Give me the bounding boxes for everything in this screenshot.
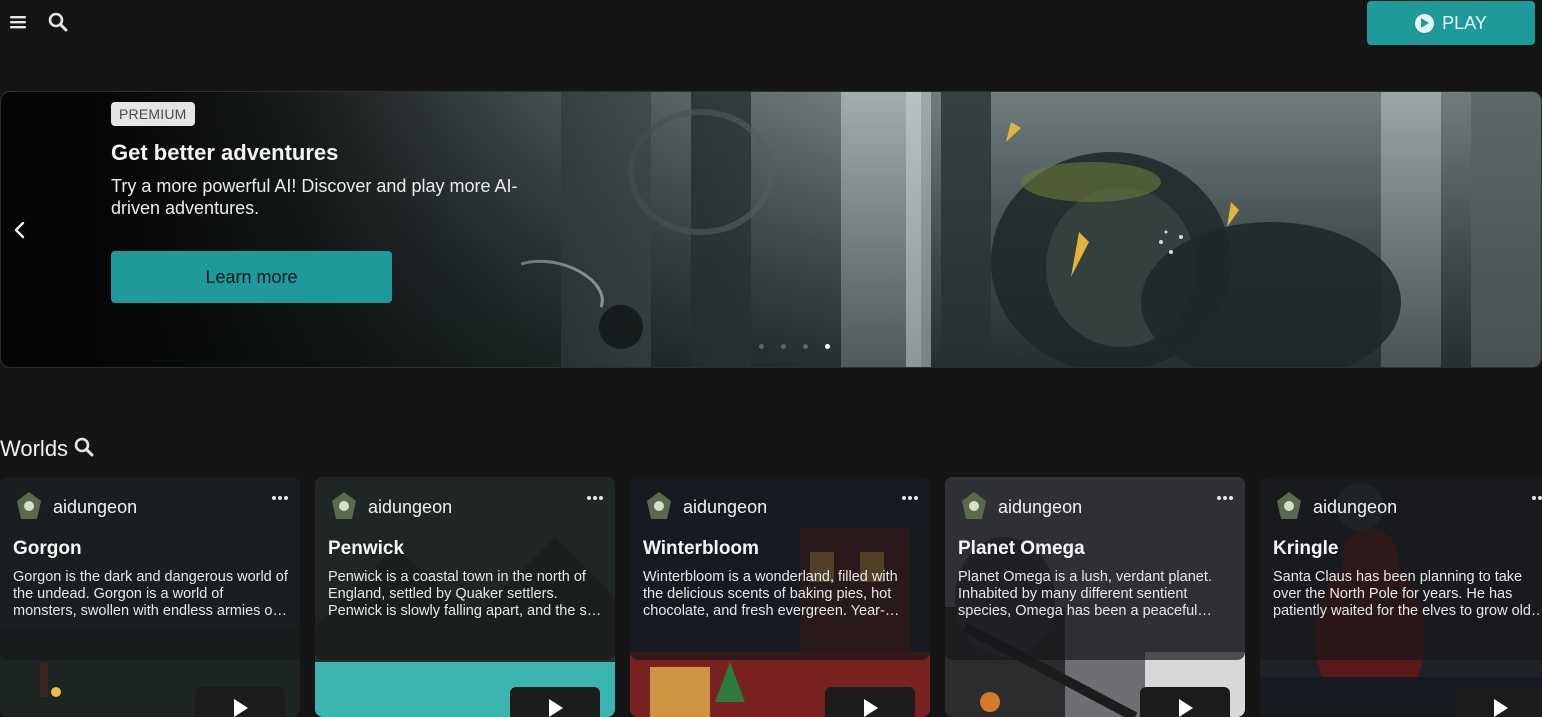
world-card-title: Planet Omega bbox=[958, 538, 1085, 559]
world-card-info: aidungeon Gorgon Gorgon is the dark and … bbox=[0, 477, 300, 660]
world-card-author[interactable]: aidungeon bbox=[998, 497, 1082, 518]
world-card-description: Planet Omega is a lush, verdant planet. … bbox=[958, 569, 1212, 619]
chevron-left-icon[interactable] bbox=[9, 218, 31, 242]
world-card-info: aidungeon Planet Omega Planet Omega is a… bbox=[945, 477, 1245, 660]
world-card[interactable]: aidungeon Kringle Santa Claus has been p… bbox=[1260, 477, 1542, 717]
banner-description: Try a more powerful AI! Discover and pla… bbox=[111, 176, 518, 218]
more-options-icon[interactable] bbox=[585, 491, 605, 505]
world-card-author[interactable]: aidungeon bbox=[683, 497, 767, 518]
search-icon[interactable] bbox=[74, 437, 94, 462]
play-button-label: PLAY bbox=[1442, 12, 1487, 33]
carousel-dot[interactable] bbox=[759, 344, 764, 349]
avatar bbox=[962, 492, 986, 519]
more-options-icon[interactable] bbox=[900, 491, 920, 505]
banner-gradient-overlay bbox=[1, 92, 1541, 367]
world-card[interactable]: aidungeon Planet Omega Planet Omega is a… bbox=[945, 477, 1245, 717]
world-card-description: Gorgon is the dark and dangerous world o… bbox=[13, 569, 288, 619]
world-card[interactable]: aidungeon Penwick Penwick is a coastal t… bbox=[315, 477, 615, 717]
hamburger-menu-icon[interactable] bbox=[6, 10, 30, 34]
world-card-info: aidungeon Kringle Santa Claus has been p… bbox=[1260, 477, 1542, 660]
avatar bbox=[332, 492, 356, 519]
more-options-icon[interactable] bbox=[1530, 491, 1542, 505]
more-options-icon[interactable] bbox=[270, 491, 290, 505]
carousel-dot[interactable] bbox=[803, 344, 808, 349]
top-bar: PLAY bbox=[0, 0, 1542, 46]
avatar bbox=[17, 492, 41, 519]
world-card-description: Santa Claus has been planning to take ov… bbox=[1273, 569, 1531, 619]
carousel-pagination bbox=[759, 344, 830, 349]
world-card[interactable]: aidungeon Winterbloom Winterbloom is a w… bbox=[630, 477, 930, 717]
worlds-heading: Worlds bbox=[0, 436, 69, 461]
world-card-title: Kringle bbox=[1273, 538, 1339, 559]
world-card-description: Penwick is a coastal town in the north o… bbox=[328, 569, 603, 619]
carousel-dot[interactable] bbox=[781, 344, 786, 349]
world-card-author[interactable]: aidungeon bbox=[53, 497, 137, 518]
world-card[interactable]: aidungeon Gorgon Gorgon is the dark and … bbox=[0, 477, 300, 717]
play-icon[interactable] bbox=[510, 687, 600, 717]
avatar bbox=[1277, 492, 1301, 519]
world-card-info: aidungeon Penwick Penwick is a coastal t… bbox=[315, 477, 615, 660]
world-card-title: Penwick bbox=[328, 538, 405, 559]
banner-title: Get better adventures bbox=[111, 140, 339, 165]
avatar bbox=[647, 492, 671, 519]
search-icon[interactable] bbox=[46, 10, 70, 34]
play-icon[interactable] bbox=[825, 687, 915, 717]
play-icon[interactable] bbox=[1455, 687, 1542, 717]
premium-banner: PREMIUM Get better adventures Try a more… bbox=[0, 91, 1542, 368]
carousel-dot-active[interactable] bbox=[825, 344, 830, 349]
world-card-author[interactable]: aidungeon bbox=[1313, 497, 1397, 518]
play-icon[interactable] bbox=[195, 687, 285, 717]
worlds-section-header: Worlds bbox=[0, 436, 94, 462]
world-card-title: Winterbloom bbox=[643, 538, 759, 559]
more-options-icon[interactable] bbox=[1215, 491, 1235, 505]
world-card-title: Gorgon bbox=[13, 538, 82, 559]
play-circle-icon bbox=[1415, 13, 1435, 33]
play-icon[interactable] bbox=[1140, 687, 1230, 717]
world-card-description: Winterbloom is a wonderland, filled with… bbox=[643, 569, 898, 619]
learn-more-button[interactable]: Learn more bbox=[111, 251, 392, 303]
world-card-info: aidungeon Winterbloom Winterbloom is a w… bbox=[630, 477, 930, 660]
world-card-author[interactable]: aidungeon bbox=[368, 497, 452, 518]
play-button[interactable]: PLAY bbox=[1367, 1, 1535, 45]
premium-badge: PREMIUM bbox=[111, 102, 195, 126]
